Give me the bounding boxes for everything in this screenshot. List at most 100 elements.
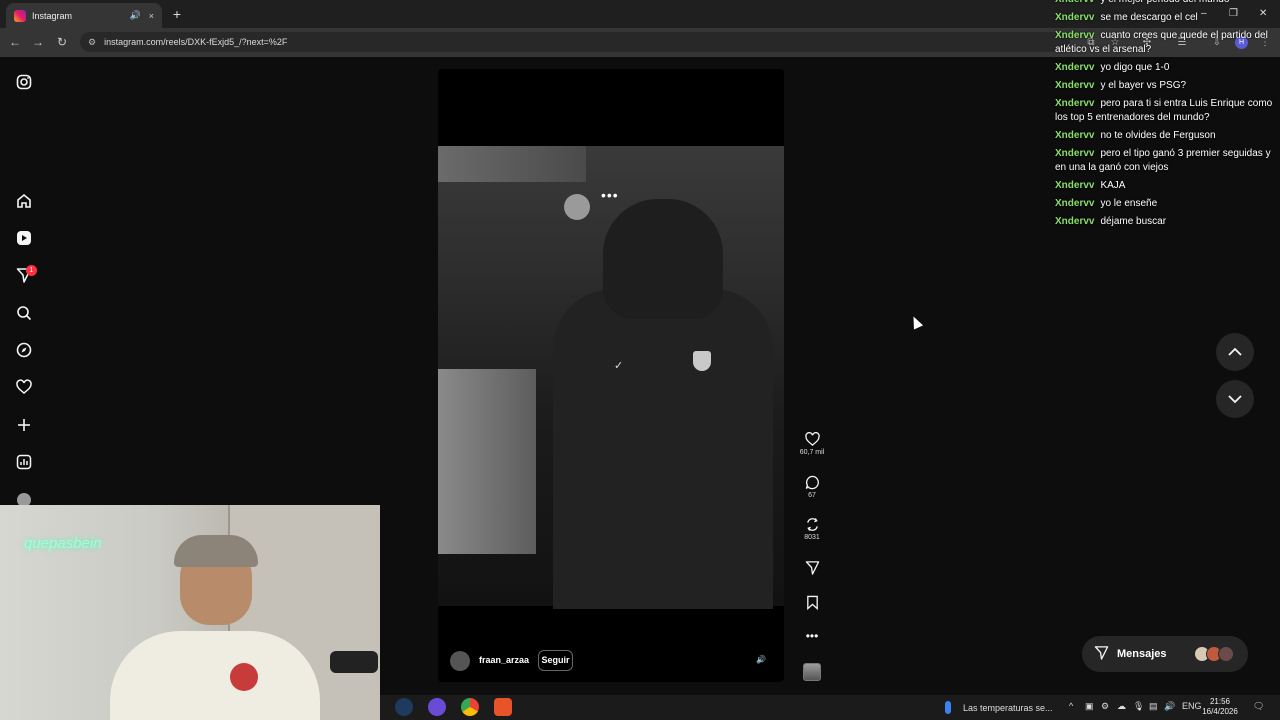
chat-text: yo digo que 1-0 bbox=[1100, 62, 1170, 73]
url-bar[interactable]: ⚙ instagram.com/reels/DXK-fExjd5_/?next=… bbox=[80, 32, 1070, 52]
volume-icon[interactable]: 🔊 bbox=[756, 655, 770, 667]
chat-nick: Xndervv bbox=[1055, 216, 1095, 227]
send-icon bbox=[798, 559, 826, 575]
video-hooded-figure bbox=[543, 199, 783, 609]
language-indicator[interactable]: ENG bbox=[1182, 701, 1202, 711]
chat-text: no te olvides de Ferguson bbox=[1100, 130, 1216, 141]
comment-button[interactable]: 67 bbox=[798, 474, 826, 499]
recent-contacts-avatars bbox=[1194, 646, 1234, 662]
tray-volume-icon[interactable]: 🔊 bbox=[1164, 701, 1175, 712]
chat-message: Xndervv pero para ti si entra Luis Enriqu… bbox=[1055, 97, 1280, 125]
club-crest-icon bbox=[693, 351, 711, 371]
swoosh-icon: ✓ bbox=[614, 360, 624, 372]
previous-reel-button[interactable] bbox=[1216, 333, 1254, 371]
chat-message: Xndervv y el mejor periodo del mundo bbox=[1055, 0, 1280, 7]
chat-nick: Xndervv bbox=[1055, 0, 1094, 5]
author-username[interactable]: fraan_arzaa bbox=[479, 655, 529, 665]
notifications-heart-icon[interactable] bbox=[14, 377, 34, 397]
home-icon[interactable] bbox=[14, 191, 34, 211]
reload-button[interactable]: ↻ bbox=[54, 34, 70, 50]
new-tab-button[interactable]: + bbox=[168, 5, 186, 23]
thermometer-icon bbox=[945, 701, 951, 714]
chat-message: Xndervv yo le enseñe bbox=[1055, 197, 1280, 211]
search-icon[interactable] bbox=[14, 303, 34, 323]
chat-message: Xndervv y el bayer vs PSG? bbox=[1055, 79, 1280, 93]
taskbar-clock[interactable]: 21:56 16/4/2026 bbox=[1200, 697, 1240, 717]
heart-icon bbox=[798, 431, 826, 447]
video-locker bbox=[438, 369, 536, 554]
tray-settings-icon[interactable]: ⚙ bbox=[1101, 701, 1109, 712]
chat-nick: Xndervv bbox=[1055, 180, 1095, 191]
webcam-overlay: quepasbein bbox=[0, 505, 380, 720]
chat-message: Xndervv cuanto crees que quede el partido… bbox=[1055, 29, 1280, 57]
clock-time: 21:56 bbox=[1209, 697, 1231, 706]
tray-mic-icon[interactable]: 🎙 bbox=[1133, 701, 1144, 712]
brave-app-icon[interactable] bbox=[494, 698, 512, 716]
like-button[interactable]: 60,7 mil bbox=[798, 431, 826, 456]
explore-icon[interactable] bbox=[14, 340, 34, 360]
chat-nick: Xndervv bbox=[1055, 98, 1095, 109]
chat-nick: Xndervv bbox=[1055, 12, 1095, 23]
chat-message: Xndervv déjame buscar bbox=[1055, 215, 1280, 229]
more-options-dots[interactable]: ••• bbox=[601, 187, 619, 203]
forward-button[interactable]: → bbox=[30, 34, 46, 50]
chat-message: Xndervv no te olvides de Ferguson bbox=[1055, 129, 1280, 143]
repost-button[interactable]: 8031 bbox=[798, 516, 826, 541]
video-shelf bbox=[438, 146, 586, 182]
messages-pill-button[interactable]: Mensajes bbox=[1082, 636, 1248, 672]
chat-message: Xndervv yo digo que 1-0 bbox=[1055, 61, 1280, 75]
repost-icon bbox=[798, 516, 826, 532]
chrome-app-icon[interactable] bbox=[461, 698, 479, 716]
notifications-icon[interactable]: 🗨 bbox=[1253, 701, 1264, 712]
windows-taskbar bbox=[380, 695, 1280, 720]
chat-message: Xndervv pero el tipo ganó 3 premier segui… bbox=[1055, 147, 1280, 175]
chat-text: se me descargo el cel bbox=[1100, 12, 1198, 23]
tray-network-icon[interactable]: ▤ bbox=[1149, 701, 1158, 712]
dashboard-icon[interactable] bbox=[14, 452, 34, 472]
tab-close-button[interactable]: × bbox=[149, 11, 154, 21]
follow-button[interactable]: Seguir bbox=[538, 650, 573, 671]
back-button[interactable]: ← bbox=[7, 34, 23, 50]
streamer bbox=[110, 535, 378, 720]
messages-badge: 1 bbox=[26, 265, 37, 276]
tray-chevron-icon[interactable]: ^ bbox=[1069, 701, 1073, 711]
weather-widget[interactable]: Las temperaturas se... bbox=[945, 701, 1053, 714]
chat-message: Xndervv se me descargo el cel bbox=[1055, 11, 1280, 25]
steam-app-icon[interactable] bbox=[395, 698, 413, 716]
reel-video[interactable]: ✓ ••• fraan_arzaa Seguir 🔊 bbox=[438, 69, 784, 682]
more-button[interactable]: ••• bbox=[798, 628, 826, 644]
chat-nick: Xndervv bbox=[1055, 148, 1095, 159]
comment-count: 67 bbox=[808, 492, 816, 499]
chat-nick: Xndervv bbox=[1055, 130, 1095, 141]
reels-icon[interactable] bbox=[14, 228, 34, 248]
chat-nick: Xndervv bbox=[1055, 30, 1095, 41]
repost-count: 8031 bbox=[804, 534, 820, 541]
tab-title: Instagram bbox=[32, 10, 73, 21]
speaker-icon[interactable]: 🔊 bbox=[130, 10, 141, 21]
url-text: instagram.com/reels/DXK-fExjd5_/?next=%2… bbox=[104, 37, 288, 47]
stream-chat-overlay: Xndervvy el mejor periodo del mundoXnder… bbox=[1055, 0, 1280, 233]
tab-instagram[interactable]: Instagram 🔊 × bbox=[6, 3, 162, 28]
discord-app-icon[interactable] bbox=[428, 698, 446, 716]
save-button[interactable] bbox=[798, 594, 826, 610]
chat-text: yo le enseñe bbox=[1100, 198, 1158, 209]
ellipsis-icon: ••• bbox=[805, 629, 819, 643]
chat-text: déjame buscar bbox=[1100, 216, 1167, 227]
neon-sign: quepasbein bbox=[24, 535, 102, 552]
chat-text: y el mejor periodo del mundo bbox=[1100, 0, 1229, 5]
create-plus-icon[interactable] bbox=[14, 415, 34, 435]
chat-nick: Xndervv bbox=[1055, 80, 1095, 91]
site-info-icon[interactable]: ⚙ bbox=[88, 37, 96, 48]
tray-app-icon[interactable]: ▣ bbox=[1085, 701, 1094, 712]
chat-message: Xndervv KAJA bbox=[1055, 179, 1280, 193]
author-avatar[interactable] bbox=[450, 651, 470, 671]
tray-cloud-icon[interactable]: ☁ bbox=[1117, 701, 1126, 712]
next-reel-button[interactable] bbox=[1216, 380, 1254, 418]
chat-text: KAJA bbox=[1100, 180, 1126, 191]
messages-label: Mensajes bbox=[1117, 648, 1167, 660]
weather-text: Las temperaturas se... bbox=[963, 702, 1053, 713]
instagram-logo-icon[interactable] bbox=[14, 72, 34, 92]
audio-thumbnail[interactable] bbox=[803, 663, 821, 681]
send-icon bbox=[1094, 645, 1109, 663]
share-button[interactable] bbox=[798, 559, 826, 575]
